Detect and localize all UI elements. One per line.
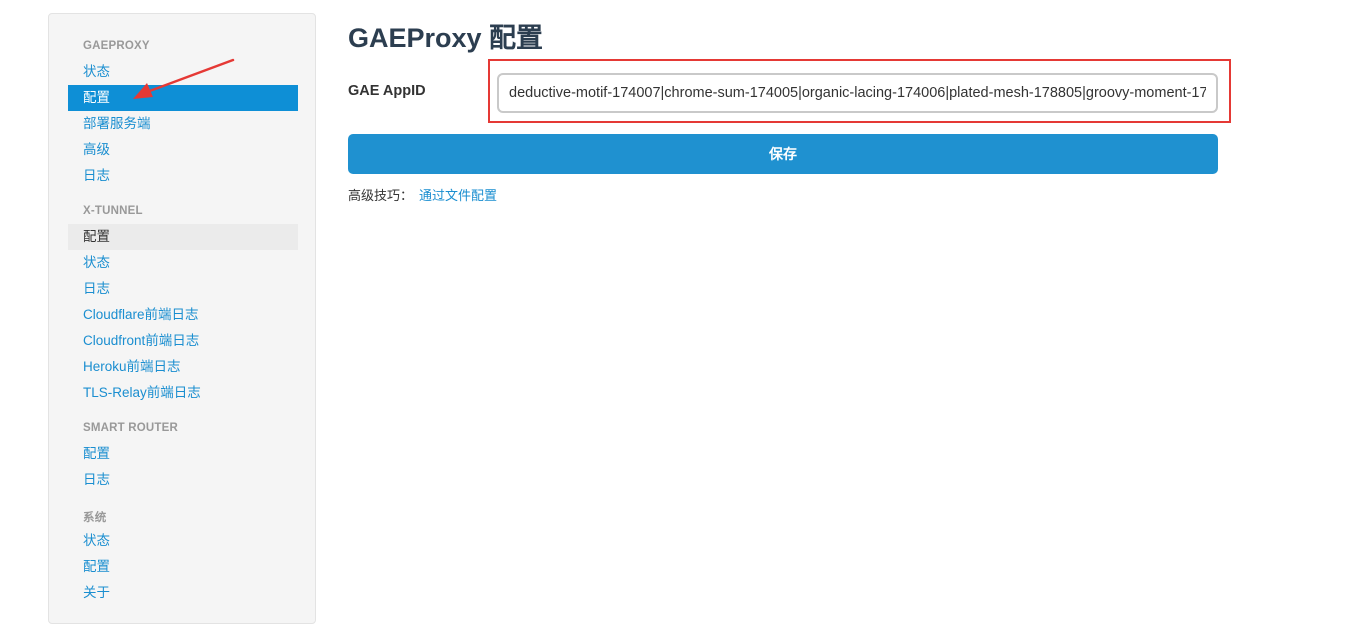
sidebar-item-xtunnel-config[interactable]: 配置 (68, 224, 298, 250)
sidebar-item-system-config[interactable]: 配置 (68, 554, 298, 580)
section-header-system: 系统 (83, 512, 107, 524)
sidebar-item-xtunnel-cloudfront-log[interactable]: Cloudfront前端日志 (68, 328, 298, 354)
sidebar-item-xtunnel-tls-relay-log[interactable]: TLS-Relay前端日志 (68, 380, 298, 406)
sidebar-item-gaeproxy-log[interactable]: 日志 (68, 163, 298, 189)
sidebar-item-system-about[interactable]: 关于 (68, 580, 298, 606)
sidebar-item-xtunnel-heroku-log[interactable]: Heroku前端日志 (68, 354, 298, 380)
section-header-gaeproxy: GAEPROXY (83, 40, 150, 52)
page-title: GAEProxy 配置 (348, 23, 544, 53)
sidebar-item-xtunnel-status[interactable]: 状态 (68, 250, 298, 276)
section-header-x-tunnel: X-TUNNEL (83, 205, 143, 217)
sidebar-item-smartrouter-config[interactable]: 配置 (68, 441, 298, 467)
save-button[interactable]: 保存 (348, 134, 1218, 174)
sidebar-item-xtunnel-log[interactable]: 日志 (68, 276, 298, 302)
sidebar-item-gaeproxy-advanced[interactable]: 高级 (68, 137, 298, 163)
appid-label: GAE AppID (348, 83, 426, 99)
sidebar-item-xtunnel-cloudflare-log[interactable]: Cloudflare前端日志 (68, 302, 298, 328)
section-header-smart-router: SMART ROUTER (83, 422, 179, 434)
appid-input[interactable] (497, 73, 1218, 113)
sidebar-item-system-status[interactable]: 状态 (68, 528, 298, 554)
file-config-link[interactable]: 通过文件配置 (419, 188, 497, 203)
arrow-annotation-icon (133, 58, 235, 99)
sidebar-item-smartrouter-log[interactable]: 日志 (68, 467, 298, 493)
tip-label: 高级技巧： (348, 188, 414, 203)
sidebar-item-gaeproxy-deploy[interactable]: 部署服务端 (68, 111, 298, 137)
tip-row: 高级技巧： 通过文件配置 (348, 185, 497, 204)
